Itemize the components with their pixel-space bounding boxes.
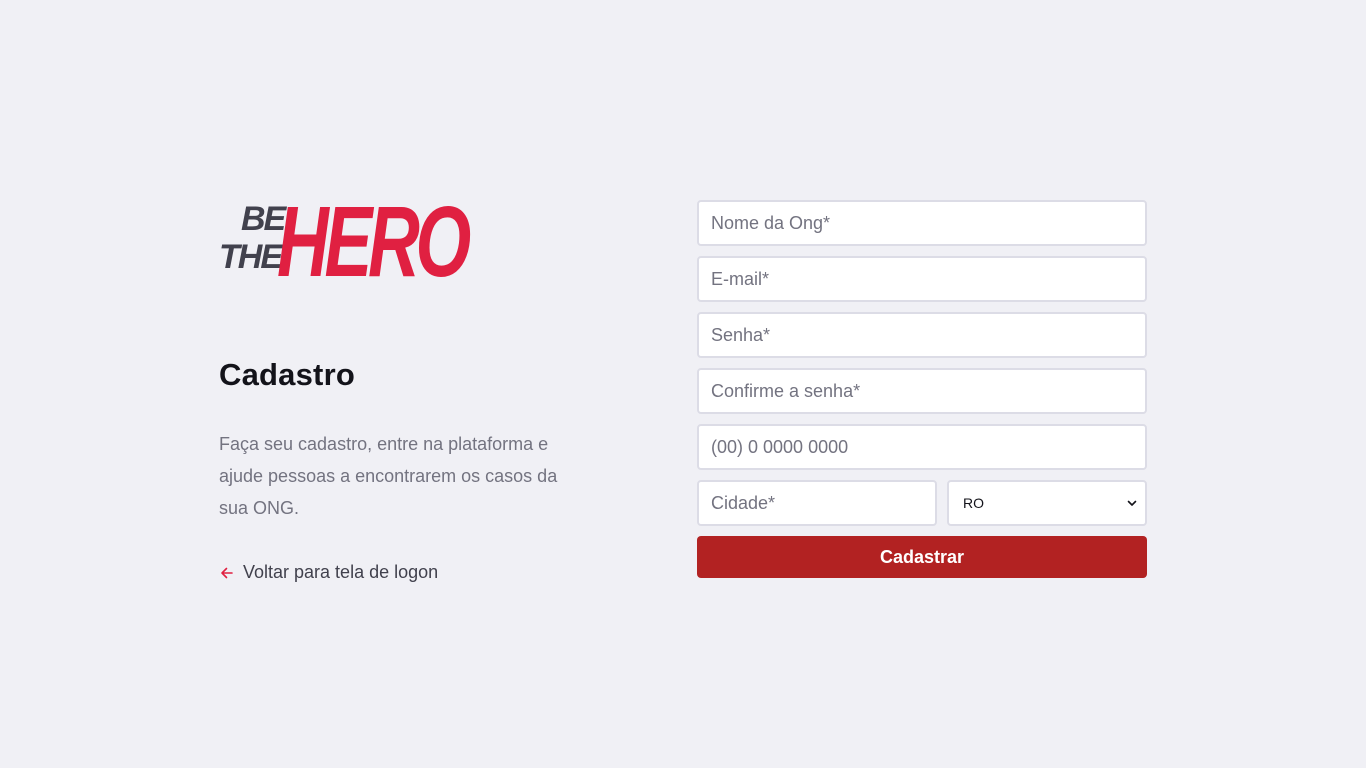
intro-section: BE THE HERO Cadastro Faça seu cadastro, … [219, 180, 579, 582]
uf-select[interactable]: RO [947, 480, 1147, 526]
ong-name-input[interactable] [697, 200, 1147, 246]
confirm-password-input[interactable] [697, 368, 1147, 414]
page-description: Faça seu cadastro, entre na plataforma e… [219, 434, 558, 518]
city-uf-row: RO [697, 480, 1147, 526]
uf-select-wrapper: RO [947, 480, 1147, 526]
email-input[interactable] [697, 256, 1147, 302]
city-input[interactable] [697, 480, 937, 526]
page-title: Cadastro [219, 357, 355, 392]
arrow-left-icon [221, 567, 233, 578]
back-link-label: Voltar para tela de logon [243, 562, 439, 582]
be-the-hero-logo: BE THE HERO [219, 186, 471, 292]
register-button[interactable]: Cadastrar [697, 536, 1147, 578]
register-page: BE THE HERO Cadastro Faça seu cadastro, … [0, 0, 1366, 768]
back-to-logon-link[interactable]: Voltar para tela de logon [219, 562, 438, 583]
logo-hero: HERO [277, 186, 471, 292]
phone-input[interactable] [697, 424, 1147, 470]
password-input[interactable] [697, 312, 1147, 358]
register-form: RO Cadastrar [697, 200, 1147, 578]
logo-the: THE [219, 238, 284, 276]
